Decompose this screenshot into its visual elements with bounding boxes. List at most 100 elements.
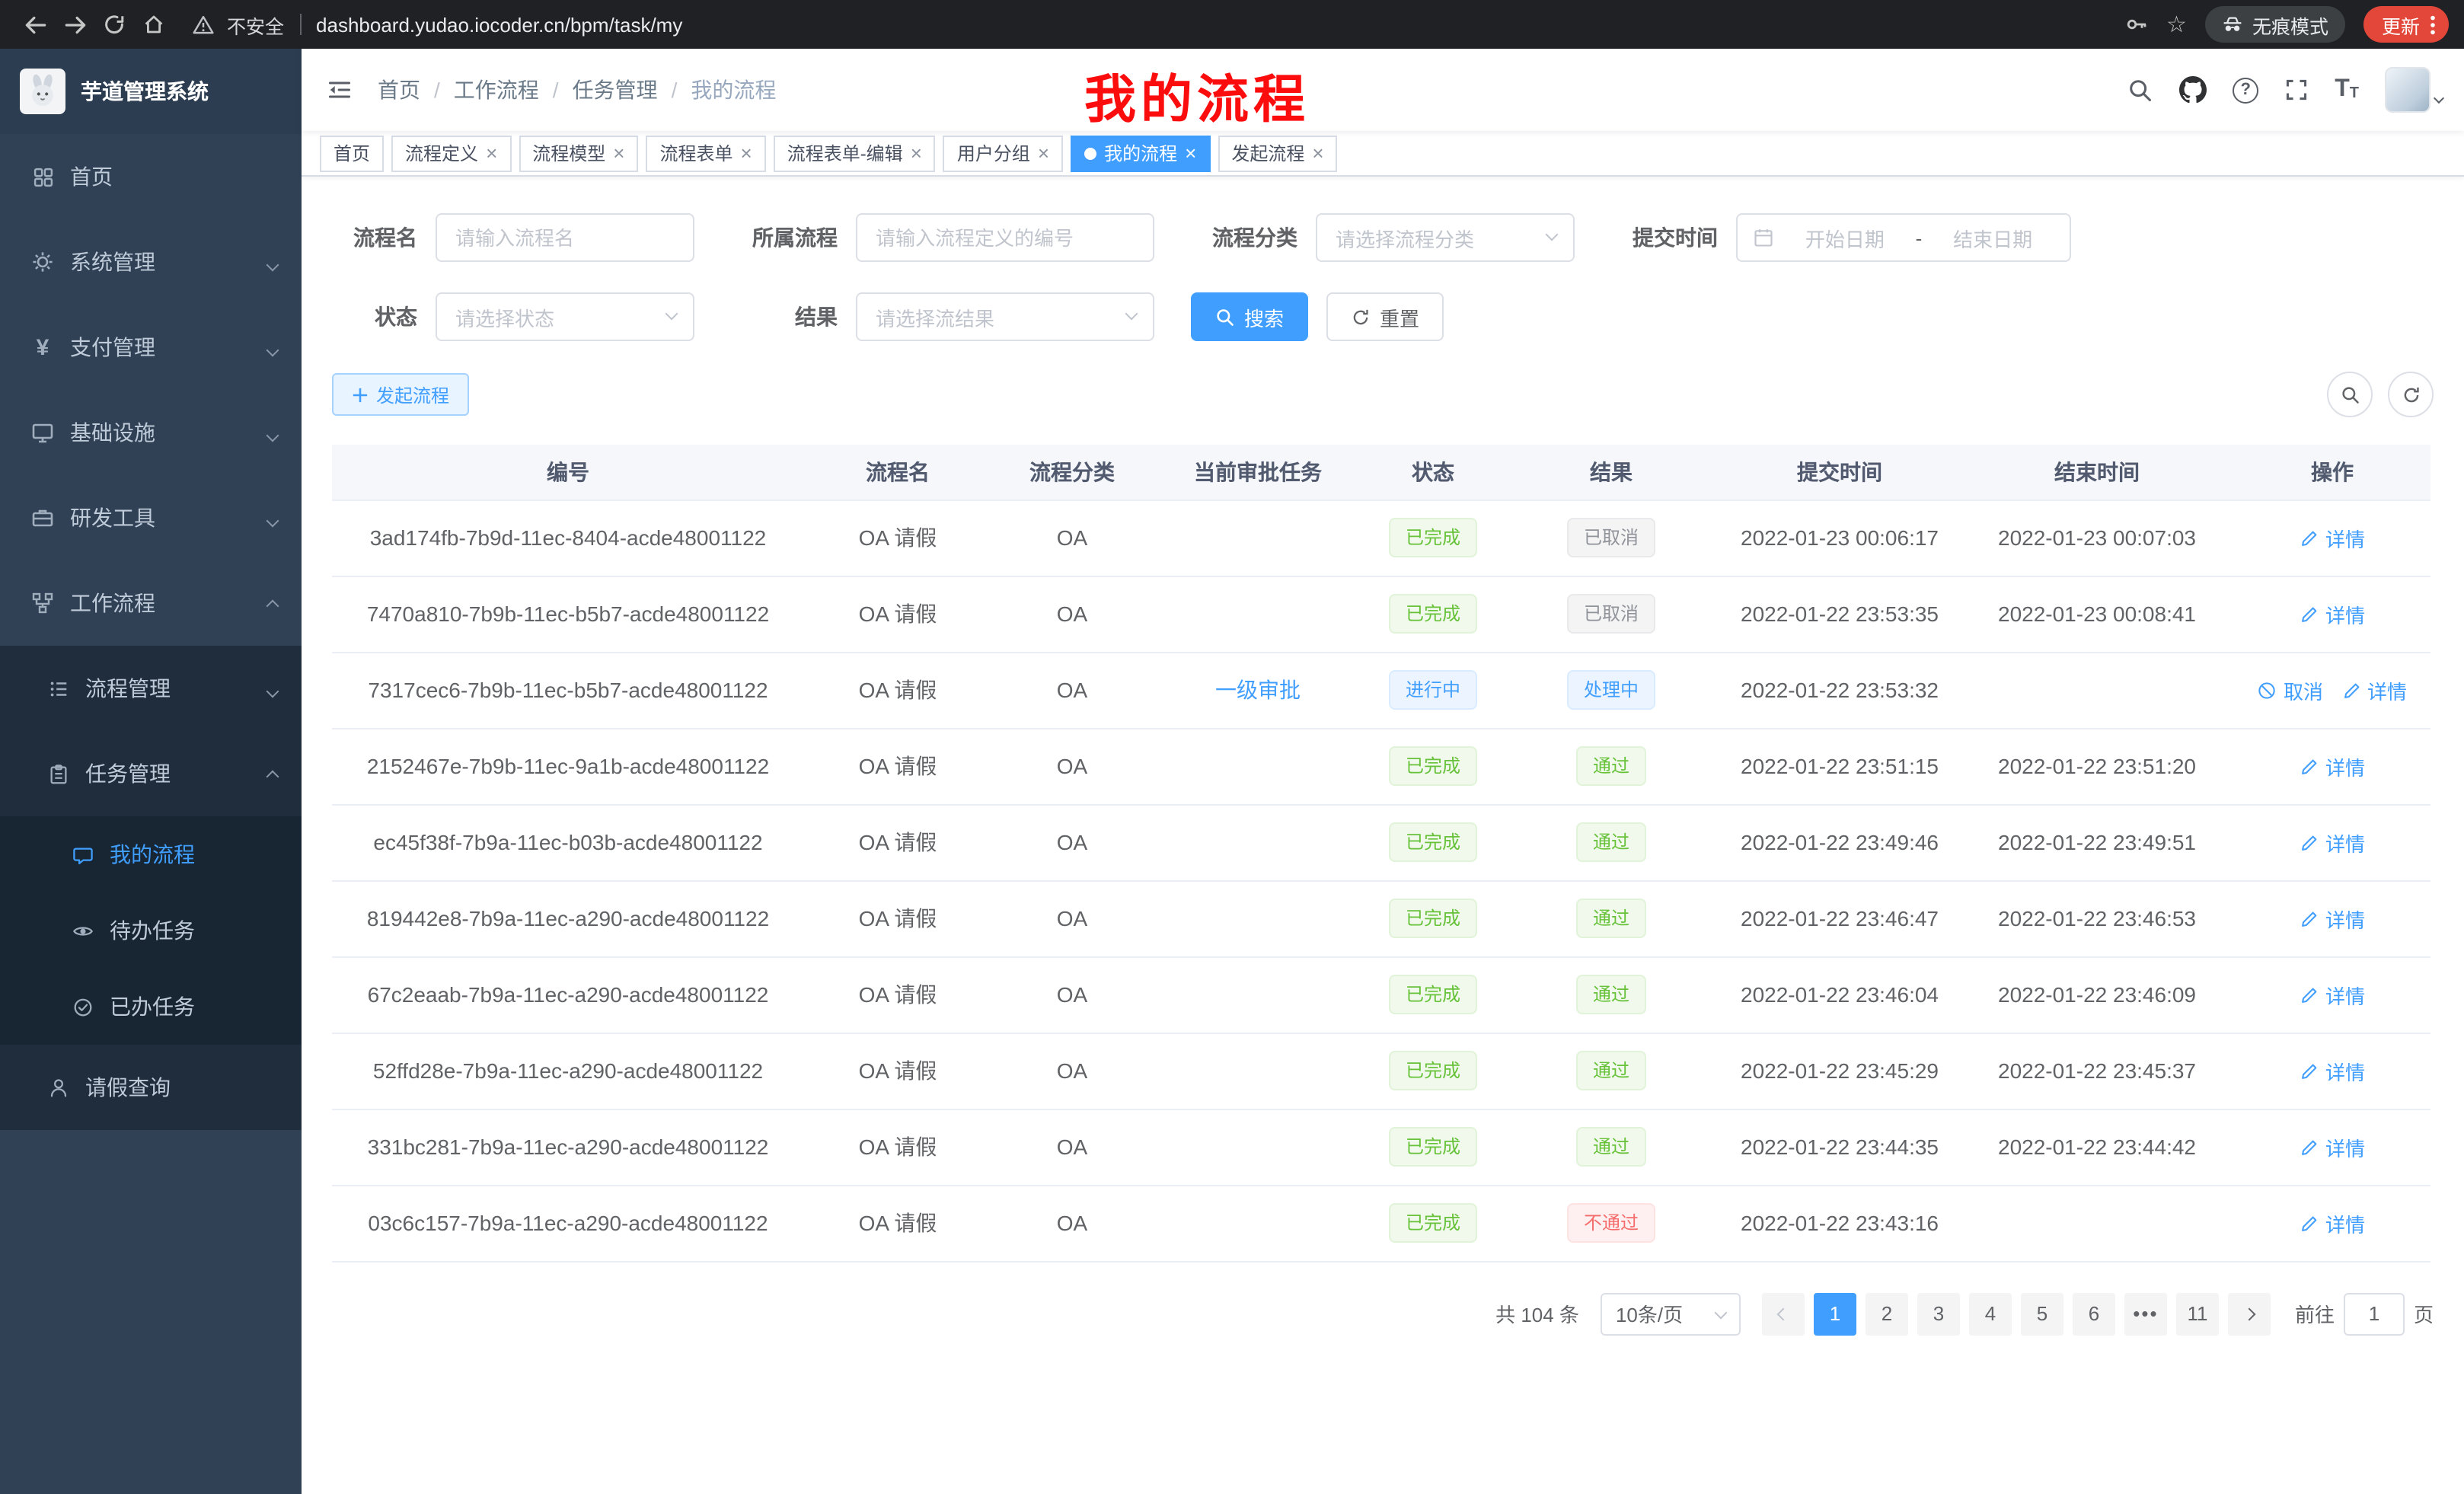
- cancel-link[interactable]: 取消: [2258, 675, 2323, 704]
- cell-end-time: 2022-01-22 23:51:20: [1960, 728, 2234, 804]
- key-icon[interactable]: [2124, 5, 2148, 44]
- date-range-picker[interactable]: 开始日期 - 结束日期: [1736, 213, 2071, 262]
- detail-link[interactable]: 详情: [2300, 1056, 2365, 1085]
- reset-button[interactable]: 重置: [1326, 292, 1444, 341]
- sidebar-item-leave-query[interactable]: 请假查询: [0, 1045, 302, 1130]
- close-icon[interactable]: ×: [1312, 143, 1323, 163]
- address-bar[interactable]: 不安全 dashboard.yudao.iocoder.cn/bpm/task/…: [192, 10, 2124, 39]
- next-page-button[interactable]: [2228, 1292, 2271, 1335]
- page-button[interactable]: 3: [1917, 1292, 1960, 1335]
- detail-link[interactable]: 详情: [2300, 980, 2365, 1009]
- close-icon[interactable]: ×: [741, 143, 752, 163]
- cell-id: 3ad174fb-7b9d-11ec-8404-acde48001122: [332, 500, 804, 576]
- breadcrumb-workflow[interactable]: 工作流程: [454, 75, 539, 105]
- sidebar-item-workflow[interactable]: 工作流程: [0, 560, 302, 646]
- avatar[interactable]: [2385, 67, 2430, 113]
- caret-down-icon: [2435, 82, 2443, 110]
- sidebar-item-task-management[interactable]: 任务管理: [0, 731, 302, 816]
- page-button[interactable]: 11: [2176, 1292, 2219, 1335]
- cell-id: ec45f38f-7b9a-11ec-b03b-acde48001122: [332, 804, 804, 880]
- tab-process-definition[interactable]: 流程定义×: [391, 135, 511, 171]
- sidebar-item-infrastructure[interactable]: 基础设施: [0, 390, 302, 475]
- browser-back-icon[interactable]: [15, 5, 55, 44]
- fullscreen-icon[interactable]: [2284, 78, 2309, 102]
- menu-dots-icon[interactable]: [2430, 14, 2435, 34]
- tab-my-process[interactable]: 我的流程×: [1071, 135, 1210, 171]
- close-icon[interactable]: ×: [1185, 143, 1196, 163]
- sidebar-item-process-management[interactable]: 流程管理: [0, 646, 302, 731]
- detail-link[interactable]: 详情: [2300, 599, 2365, 628]
- refresh-button[interactable]: [2388, 372, 2434, 417]
- sidebar-item-done-tasks[interactable]: 已办任务: [0, 969, 302, 1045]
- end-date-placeholder[interactable]: 结束日期: [1931, 223, 2054, 252]
- browser-reload-icon[interactable]: [94, 5, 134, 44]
- tab-user-group[interactable]: 用户分组×: [943, 135, 1063, 171]
- font-size-icon[interactable]: TT: [2335, 78, 2359, 102]
- breadcrumb-task-management[interactable]: 任务管理: [573, 75, 658, 105]
- header-current-task: 当前审批任务: [1153, 445, 1363, 500]
- sidebar-item-devtools[interactable]: 研发工具: [0, 475, 302, 560]
- browser-forward-icon[interactable]: [55, 5, 94, 44]
- result-select[interactable]: 请选择流结果: [856, 292, 1154, 341]
- detail-link[interactable]: 详情: [2300, 1208, 2365, 1237]
- sidebar-item-payment[interactable]: ¥ 支付管理: [0, 305, 302, 390]
- app-logo[interactable]: 芋道管理系统: [0, 49, 302, 134]
- cell-id: 67c2eaab-7b9a-11ec-a290-acde48001122: [332, 956, 804, 1033]
- bookmark-star-icon[interactable]: ☆: [2166, 13, 2187, 36]
- table-row: 331bc281-7b9a-11ec-a290-acde48001122 OA …: [332, 1109, 2430, 1185]
- close-icon[interactable]: ×: [613, 143, 624, 163]
- sidebar-item-home[interactable]: 首页: [0, 134, 302, 219]
- sidebar-item-my-process[interactable]: 我的流程: [0, 816, 302, 892]
- detail-link[interactable]: 详情: [2341, 675, 2407, 704]
- page-button[interactable]: 2: [1866, 1292, 1908, 1335]
- result-tag: 已取消: [1567, 594, 1655, 634]
- start-date-placeholder[interactable]: 开始日期: [1783, 223, 1907, 252]
- help-icon[interactable]: ?: [2233, 77, 2258, 103]
- sidebar-item-todo-tasks[interactable]: 待办任务: [0, 892, 302, 969]
- my-process-icon: [70, 842, 94, 867]
- sidebar-item-system[interactable]: 系统管理: [0, 219, 302, 305]
- detail-link[interactable]: 详情: [2300, 1132, 2365, 1161]
- browser-home-icon[interactable]: [134, 5, 174, 44]
- process-definition-input[interactable]: [856, 213, 1154, 262]
- current-task-link[interactable]: 一级审批: [1215, 678, 1301, 702]
- browser-update-button[interactable]: 更新: [2363, 6, 2449, 43]
- page-size-select[interactable]: 10条/页: [1601, 1292, 1741, 1335]
- page-url: dashboard.yudao.iocoder.cn/bpm/task/my: [316, 13, 682, 36]
- tab-process-form-edit[interactable]: 流程表单-编辑×: [774, 135, 936, 171]
- breadcrumb-current: 我的流程: [691, 75, 776, 105]
- cell-name: OA 请假: [804, 1109, 991, 1185]
- detail-link[interactable]: 详情: [2300, 904, 2365, 933]
- close-icon[interactable]: ×: [911, 143, 922, 163]
- detail-link[interactable]: 详情: [2300, 523, 2365, 552]
- tab-home[interactable]: 首页: [320, 135, 384, 171]
- page-ellipsis[interactable]: •••: [2124, 1292, 2167, 1335]
- close-icon[interactable]: ×: [486, 143, 497, 163]
- page-button[interactable]: 6: [2073, 1292, 2115, 1335]
- goto-page-input[interactable]: [2344, 1292, 2405, 1335]
- search-button[interactable]: 搜索: [1191, 292, 1308, 341]
- toggle-search-button[interactable]: [2327, 372, 2373, 417]
- page-button-active[interactable]: 1: [1814, 1292, 1856, 1335]
- cell-id: 03c6c157-7b9a-11ec-a290-acde48001122: [332, 1185, 804, 1261]
- process-name-input[interactable]: [436, 213, 694, 262]
- hamburger-icon[interactable]: [302, 49, 378, 131]
- prev-page-button[interactable]: [1762, 1292, 1805, 1335]
- close-icon[interactable]: ×: [1038, 143, 1049, 163]
- header-end-time: 结束时间: [1960, 445, 2234, 500]
- tab-process-form[interactable]: 流程表单×: [646, 135, 765, 171]
- header-search-icon[interactable]: [2127, 77, 2153, 103]
- breadcrumb-home[interactable]: 首页: [378, 75, 420, 105]
- tab-process-model[interactable]: 流程模型×: [519, 135, 638, 171]
- status-select[interactable]: 请选择状态: [436, 292, 694, 341]
- start-process-button[interactable]: 发起流程: [332, 373, 469, 416]
- user-menu[interactable]: [2385, 67, 2443, 113]
- page-button[interactable]: 4: [1969, 1292, 2012, 1335]
- category-select[interactable]: 请选择流程分类: [1316, 213, 1575, 262]
- page-content: 流程名 所属流程 流程分类 请选择流程分类 提交时间: [302, 177, 2464, 1365]
- detail-link[interactable]: 详情: [2300, 752, 2365, 781]
- tab-start-process[interactable]: 发起流程×: [1218, 135, 1337, 171]
- github-icon[interactable]: [2179, 76, 2207, 104]
- detail-link[interactable]: 详情: [2300, 828, 2365, 857]
- page-button[interactable]: 5: [2021, 1292, 2063, 1335]
